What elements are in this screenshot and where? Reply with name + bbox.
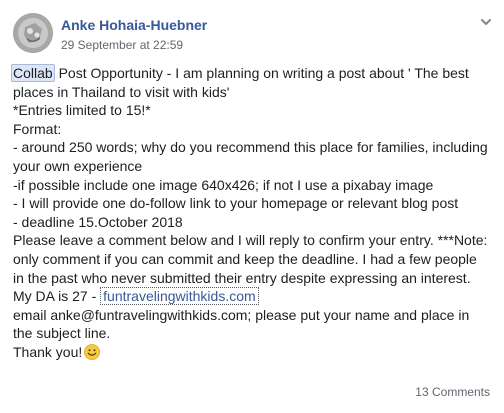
post-line: - deadline 15.October 2018 xyxy=(13,213,183,230)
post-line-text: My DA is 27 - xyxy=(13,288,101,305)
post-line: email anke@funtravelingwithkids.com; ple… xyxy=(13,306,470,323)
post-line: - I will provide one do-follow link to y… xyxy=(13,195,459,212)
post-line: the subject line. xyxy=(13,325,111,342)
post-card: Anke Hohaia-Huebner 29 September at 22:5… xyxy=(0,0,504,413)
post-body: Collab Post Opportunity - I am planning … xyxy=(11,64,495,362)
post-line-text: Post Opportunity - I am planning on writ… xyxy=(54,65,469,81)
smiley-face-icon xyxy=(84,344,101,360)
post-header: Anke Hohaia-Huebner 29 September at 22:5… xyxy=(13,13,493,58)
author-avatar[interactable] xyxy=(13,13,53,53)
post-line-text: Thank you! xyxy=(13,343,83,360)
post-line: your own experience xyxy=(13,157,143,174)
website-link[interactable]: funtravelingwithkids.com xyxy=(100,287,259,306)
post-line: Format: xyxy=(13,120,62,137)
highlighted-word: Collab xyxy=(11,64,55,82)
post-line: *Entries limited to 15!* xyxy=(13,102,151,119)
post-timestamp[interactable]: 29 September at 22:59 xyxy=(61,38,183,52)
post-line: -if possible include one image 640x426; … xyxy=(13,176,434,193)
author-name[interactable]: Anke Hohaia-Huebner xyxy=(61,17,207,33)
post-line: in the past who never submitted their en… xyxy=(13,269,471,286)
avatar-image xyxy=(13,13,53,53)
post-line: My DA is 27 - funtravelingwithkids.com xyxy=(13,287,495,306)
post-line: - around 250 words; why do you recommend… xyxy=(13,139,488,156)
post-line: Please leave a comment below and I will … xyxy=(13,232,488,249)
comments-count-link[interactable]: 13 Comments xyxy=(415,385,490,399)
post-line: Thank you! xyxy=(13,343,495,362)
post-line: Collab Post Opportunity - I am planning … xyxy=(11,64,495,83)
post-line: only comment if you can commit and keep … xyxy=(13,250,477,267)
chevron-down-icon[interactable] xyxy=(479,15,493,29)
post-line: places in Thailand to visit with kids' xyxy=(13,83,230,100)
